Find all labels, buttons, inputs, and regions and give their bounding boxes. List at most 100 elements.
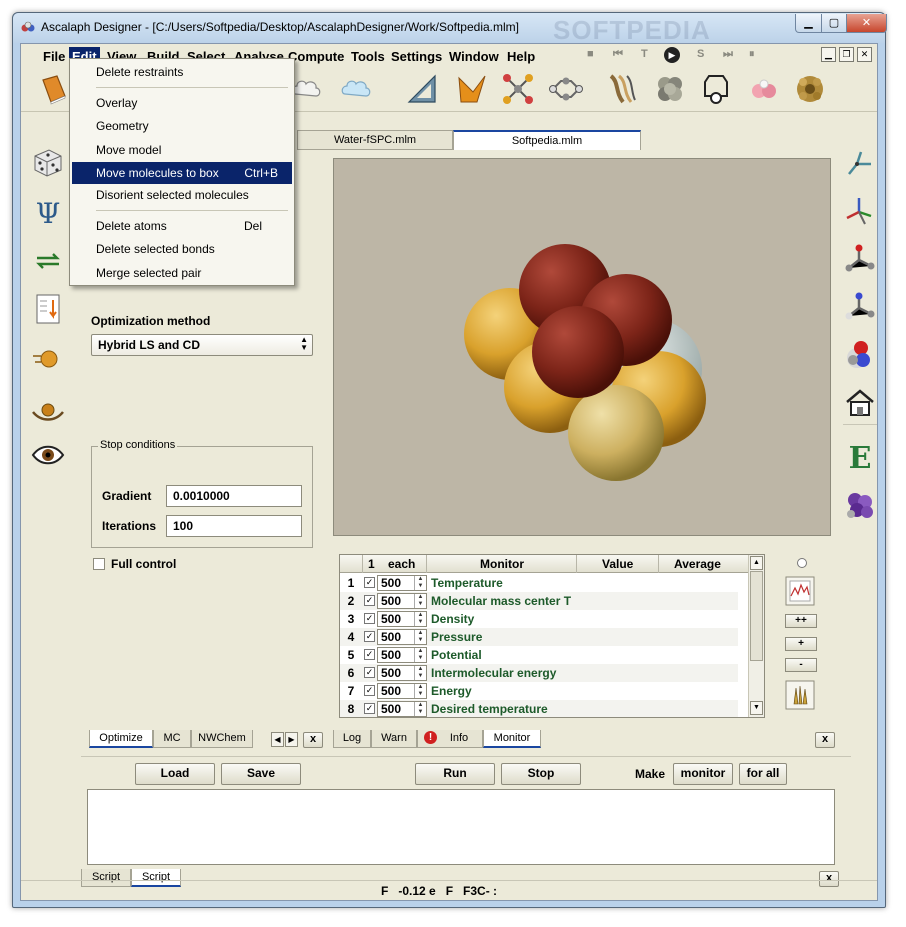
row-checkbox[interactable]: ✓ [364, 595, 375, 606]
minimize-button[interactable]: ▁ [795, 14, 822, 33]
row-checkbox[interactable]: ✓ [364, 613, 375, 624]
scroll-thumb[interactable] [750, 571, 763, 661]
header-average[interactable]: Average [674, 557, 721, 571]
menu-item-geometry[interactable]: Geometry [72, 115, 292, 137]
molecule-pink-icon[interactable] [747, 72, 781, 106]
header-monitor[interactable]: Monitor [480, 557, 524, 571]
menu-item-delete-restraints[interactable]: Delete restraints [72, 61, 292, 83]
monitor-indicator-radio[interactable] [797, 558, 807, 568]
space-fill-icon[interactable] [653, 72, 687, 106]
row-checkbox[interactable]: ✓ [364, 667, 375, 678]
temperature-mode-icon[interactable]: T [641, 48, 648, 60]
angle-measure-icon[interactable] [405, 72, 439, 106]
skip-back-icon[interactable]: ⏮ [613, 48, 623, 61]
molecule-chain-icon[interactable] [549, 72, 583, 106]
home-icon[interactable] [843, 386, 877, 420]
scroll-up-icon[interactable]: ▲ [750, 556, 763, 570]
cluster-molecule-icon[interactable] [843, 488, 877, 522]
tab-nwchem[interactable]: NWChem [191, 730, 253, 748]
menu-window[interactable]: Window [449, 47, 501, 66]
load-button[interactable]: Load [135, 763, 215, 785]
tab-info[interactable]: ! Info [417, 730, 483, 748]
iterations-input[interactable]: 100 [166, 515, 302, 537]
stepper-arrows-icon[interactable]: ▲ ▼ [414, 576, 426, 590]
menu-tools[interactable]: Tools [351, 47, 387, 66]
menu-compute[interactable]: Compute [288, 47, 344, 66]
table-row[interactable]: 3 ✓ 500 ▲ ▼ Density [340, 610, 738, 628]
mdi-minimize-button[interactable]: ▁ [821, 47, 836, 62]
tab-scroll-right-icon[interactable]: ▶ [285, 732, 298, 747]
molecule-box-icon[interactable] [699, 72, 733, 106]
menu-item-delete-selected-bonds[interactable]: Delete selected bonds [72, 238, 292, 260]
menu-settings[interactable]: Settings [391, 47, 445, 66]
make-monitor-button[interactable]: monitor [673, 763, 733, 785]
menu-item-merge-selected-pair[interactable]: Merge selected pair [72, 262, 292, 284]
stepper-arrows-icon[interactable]: ▲ ▼ [414, 612, 426, 626]
row-each-stepper[interactable]: 500 ▲ ▼ [377, 701, 427, 717]
space-fill-atom-icon[interactable] [843, 338, 877, 372]
row-each-stepper[interactable]: 500 ▲ ▼ [377, 647, 427, 663]
optimize-panel-close-button[interactable]: x [303, 732, 323, 748]
pause-icon[interactable]: ⏸ [749, 48, 755, 61]
row-each-stepper[interactable]: 500 ▲ ▼ [377, 611, 427, 627]
row-each-stepper[interactable]: 500 ▲ ▼ [377, 629, 427, 645]
tab-monitor[interactable]: Monitor [483, 730, 541, 748]
cloud-blue-icon[interactable] [339, 72, 373, 106]
table-row[interactable]: 4 ✓ 500 ▲ ▼ Pressure [340, 628, 738, 646]
ring-molecule-icon[interactable] [793, 72, 827, 106]
table-row[interactable]: 8 ✓ 500 ▲ ▼ Desired temperature [340, 700, 738, 717]
optimization-method-select[interactable]: Hybrid LS and CD ▲ ▼ [91, 334, 313, 356]
row-each-stepper[interactable]: 500 ▲ ▼ [377, 683, 427, 699]
table-row[interactable]: 7 ✓ 500 ▲ ▼ Energy [340, 682, 738, 700]
maximize-button[interactable]: ▢ [821, 14, 847, 33]
tab-warn[interactable]: Warn [371, 730, 417, 748]
stepper-arrows-icon[interactable]: ▲ ▼ [414, 684, 426, 698]
step-mode-icon[interactable]: S [697, 48, 704, 60]
script-editor[interactable] [87, 789, 835, 865]
header-value[interactable]: Value [602, 557, 633, 571]
monitor-panel-close-button[interactable]: x [815, 732, 835, 748]
scroll-down-icon[interactable]: ▼ [750, 701, 763, 715]
bond-tool-icon[interactable] [843, 146, 877, 180]
table-row[interactable]: 2 ✓ 500 ▲ ▼ Molecular mass center T [340, 592, 738, 610]
close-window-button[interactable]: ✕ [846, 14, 887, 33]
tab-log[interactable]: Log [333, 730, 371, 748]
header-each[interactable]: each [388, 557, 415, 571]
psi-icon[interactable]: Ψ [31, 196, 65, 230]
stop-icon[interactable]: ■ [587, 48, 594, 60]
mdi-restore-button[interactable]: ❐ [839, 47, 854, 62]
tab-softpedia[interactable]: Softpedia.mlm [453, 130, 641, 150]
run-button[interactable]: Run [415, 763, 495, 785]
monitor-scrollbar[interactable]: ▲ ▼ [748, 555, 764, 717]
gradient-input[interactable]: 0.0010000 [166, 485, 302, 507]
save-button[interactable]: Save [221, 763, 301, 785]
play-icon[interactable]: ▶ [664, 47, 680, 63]
menu-item-overlay[interactable]: Overlay [72, 92, 292, 114]
run-dynamics-icon[interactable] [31, 342, 65, 376]
add-all-monitors-button[interactable]: ++ [785, 614, 817, 628]
make-for-all-button[interactable]: for all [739, 763, 787, 785]
skip-forward-icon[interactable]: ⏭ [723, 48, 733, 61]
tab-scroll-left-icon[interactable]: ◀ [271, 732, 284, 747]
title-bar[interactable]: Ascalaph Designer - [C:/Users/Softpedia/… [13, 13, 887, 45]
molecule-cross-icon[interactable] [501, 72, 535, 106]
book-icon[interactable] [37, 72, 71, 106]
table-row[interactable]: 5 ✓ 500 ▲ ▼ Potential [340, 646, 738, 664]
torsion-angle-icon[interactable] [455, 72, 489, 106]
row-checkbox[interactable]: ✓ [364, 703, 375, 714]
dice-icon[interactable] [31, 146, 65, 180]
row-checkbox[interactable]: ✓ [364, 649, 375, 660]
menu-item-delete-atoms[interactable]: Delete atoms Del [72, 215, 292, 237]
row-each-stepper[interactable]: 500 ▲ ▼ [377, 575, 427, 591]
atom-select-icon[interactable] [843, 242, 877, 276]
row-each-stepper[interactable]: 500 ▲ ▼ [377, 593, 427, 609]
mdi-close-button[interactable]: ✕ [857, 47, 872, 62]
stepper-arrows-icon[interactable]: ▲ ▼ [414, 666, 426, 680]
row-checkbox[interactable]: ✓ [364, 631, 375, 642]
axis-tool-icon[interactable] [843, 194, 877, 228]
row-each-stepper[interactable]: 500 ▲ ▼ [377, 665, 427, 681]
menu-item-move-molecules-to-box[interactable]: Move molecules to box Ctrl+B [72, 162, 292, 184]
menu-help[interactable]: Help [507, 47, 539, 66]
molecule-viewport[interactable] [333, 158, 831, 536]
thermostat-icon[interactable] [785, 680, 815, 710]
